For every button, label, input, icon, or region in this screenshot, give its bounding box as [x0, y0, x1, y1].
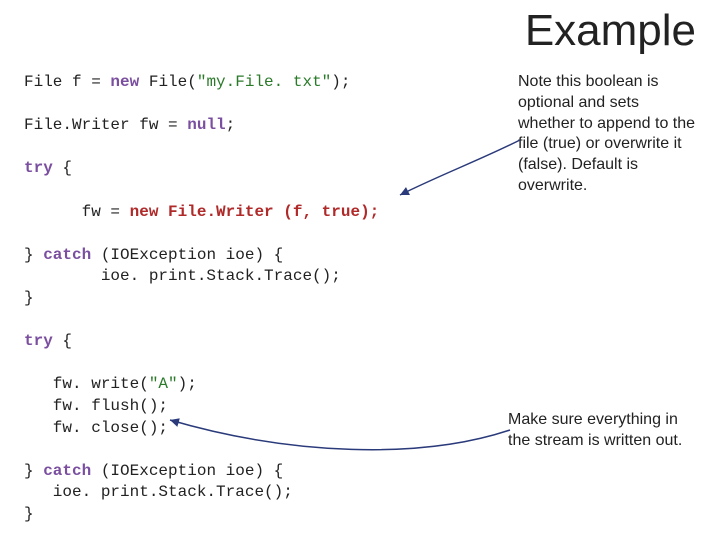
code-line-8: try { [24, 332, 72, 350]
code-line-4: fw = new File.Writer (f, true); [24, 203, 379, 221]
code-block: File f = new File("my.File. txt"); File.… [24, 72, 454, 525]
code-line-5: } catch (IOException ioe) { [24, 246, 283, 264]
code-line-1: File f = new File("my.File. txt"); [24, 73, 350, 91]
slide: Example File f = new File("my.File. txt"… [0, 0, 720, 540]
slide-title: Example [525, 6, 696, 56]
code-line-13: ioe. print.Stack.Trace(); [24, 483, 293, 501]
annotation-flush-note: Make sure everything in the stream is wr… [508, 410, 698, 452]
annotation-boolean-note: Note this boolean is optional and sets w… [518, 72, 698, 197]
code-line-11: fw. close(); [24, 419, 168, 437]
code-line-7: } [24, 289, 34, 307]
code-line-12: } catch (IOException ioe) { [24, 462, 283, 480]
code-line-3: try { [24, 159, 72, 177]
code-line-6: ioe. print.Stack.Trace(); [24, 267, 341, 285]
code-line-14: } [24, 505, 34, 523]
code-line-9: fw. write("A"); [24, 375, 197, 393]
code-line-2: File.Writer fw = null; [24, 116, 235, 134]
code-line-10: fw. flush(); [24, 397, 168, 415]
